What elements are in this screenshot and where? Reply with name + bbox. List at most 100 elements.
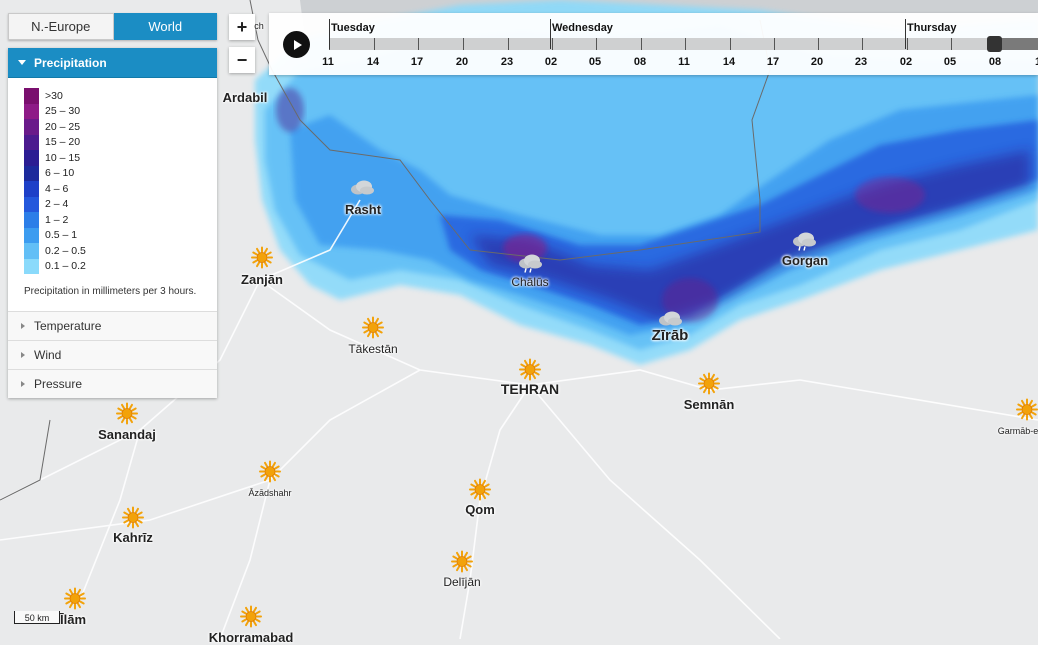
timeline-hour-label[interactable]: 20 [811,56,823,68]
sun-icon [64,587,86,615]
timeline-hour-label[interactable]: 05 [944,56,956,68]
sun-icon [698,372,720,400]
sun-icon [362,316,384,344]
scale-label: 50 km [24,613,50,623]
tab-n-europe[interactable]: N.-Europe [8,13,114,40]
cloud-icon [348,178,376,205]
city-label[interactable]: Ardabil [223,90,268,105]
legend-label: 0.1 – 0.2 [45,260,86,273]
city-label[interactable]: Garmāb-e [998,426,1038,436]
legend-label: >30 [45,89,63,102]
play-icon [293,39,302,50]
city-label[interactable]: Tākestān [348,342,397,356]
legend-label: 15 – 20 [45,136,81,149]
legend-row: 10 – 15 [24,150,203,166]
timeline-day-divider [905,19,906,49]
timeline-tick [730,38,731,50]
layer-temperature[interactable]: Temperature [8,311,217,340]
city-label[interactable]: Īlām [60,612,86,627]
legend-swatch [24,258,39,274]
layer-pressure[interactable]: Pressure [8,369,217,398]
timeline-day-label: Wednesday [552,22,613,34]
timeline-hour-label[interactable]: 02 [900,56,912,68]
timeline-hour-label[interactable]: 11 [678,56,690,68]
timeline-tick [596,38,597,50]
zoom-out-button[interactable]: − [229,47,255,73]
legend-label: 20 – 25 [45,120,81,133]
timeline-hour-label[interactable]: 08 [634,56,646,68]
legend-label: 25 – 30 [45,105,81,118]
timeline-hour-label[interactable]: 17 [411,56,423,68]
timeline-hour-label[interactable]: 23 [855,56,867,68]
timeline-track[interactable] [329,38,1038,50]
city-label[interactable]: TEHRAN [501,381,559,397]
timeline-day-divider [550,19,551,49]
legend-row: 4 – 6 [24,181,203,197]
city-label[interactable]: Zanjān [241,272,283,287]
timeline-tick [641,38,642,50]
city-label[interactable]: Āzādshahr [248,488,291,498]
city-label[interactable]: Chālūs [511,275,548,289]
legend-label: 4 – 6 [45,182,69,195]
legend-swatch [24,103,39,119]
timeline-hour-label[interactable]: 20 [456,56,468,68]
city-label[interactable]: Khorramabad [209,630,294,645]
zoom-in-button[interactable]: + [229,14,255,40]
timeline-hour-label[interactable]: 02 [545,56,557,68]
tab-world[interactable]: World [113,13,217,40]
timeline-hour-label[interactable]: 14 [367,56,379,68]
play-button[interactable] [283,31,310,58]
layer-wind-label: Wind [34,348,62,362]
layer-wind[interactable]: Wind [8,340,217,369]
city-label[interactable]: Kahrīz [113,530,153,545]
timeline-slider-handle[interactable] [987,36,1002,52]
city-label[interactable]: Qom [465,502,495,517]
legend-swatch [24,196,39,212]
timeline-hour-label[interactable]: 11 [322,56,334,68]
sun-icon [451,550,473,578]
legend-row: 2 – 4 [24,196,203,212]
timeline-tick [552,38,553,50]
legend-label: 2 – 4 [45,198,69,211]
layer-precipitation-label: Precipitation [34,55,107,70]
timeline-hour-label[interactable]: 08 [989,56,1001,68]
precipitation-legend: >30 25 – 30 20 – 25 15 – 20 10 – 15 6 – 10 4 –… [8,78,217,311]
layer-temperature-label: Temperature [34,319,102,333]
city-label[interactable]: Zīrāb [652,327,689,344]
legend-swatch [24,181,39,197]
city-label[interactable]: Gorgan [782,253,828,268]
legend-row: 15 – 20 [24,134,203,150]
legend-row: 0.5 – 1 [24,227,203,243]
legend-swatch [24,88,39,104]
layer-precipitation-header[interactable]: Precipitation [8,48,217,78]
legend-swatch [24,165,39,181]
legend-row: 6 – 10 [24,165,203,181]
layer-pressure-label: Pressure [34,377,83,391]
sun-icon [259,460,281,488]
timeline-tick [774,38,775,50]
timeline-tick [951,38,952,50]
timeline-hour-label[interactable]: 14 [723,56,735,68]
layer-panel: Precipitation >30 25 – 30 20 – 25 15 – 20 10… [8,48,217,398]
timeline-day-divider [329,19,330,49]
legend-row: 1 – 2 [24,212,203,228]
timeline-hour-label[interactable]: 05 [589,56,601,68]
city-label[interactable]: Sanandaj [98,427,156,442]
timeline-hour-label[interactable]: 17 [767,56,779,68]
city-label[interactable]: Delījān [443,575,480,589]
city-label[interactable]: Semnān [684,397,735,412]
timeline-hour-label[interactable]: 23 [501,56,513,68]
partial-city-label: ch [254,21,264,31]
sun-icon [251,246,273,274]
timeline-tick [907,38,908,50]
city-label[interactable]: Rasht [345,202,381,217]
legend-label: 0.2 – 0.5 [45,244,86,257]
timeline-day-label: Tuesday [331,22,375,34]
sun-icon [116,402,138,430]
timeline-tick [685,38,686,50]
legend-row: 0.1 – 0.2 [24,258,203,274]
legend-label: 1 – 2 [45,213,69,226]
legend-row: >30 [24,88,203,104]
legend-swatch [24,119,39,135]
sun-icon [240,605,262,633]
